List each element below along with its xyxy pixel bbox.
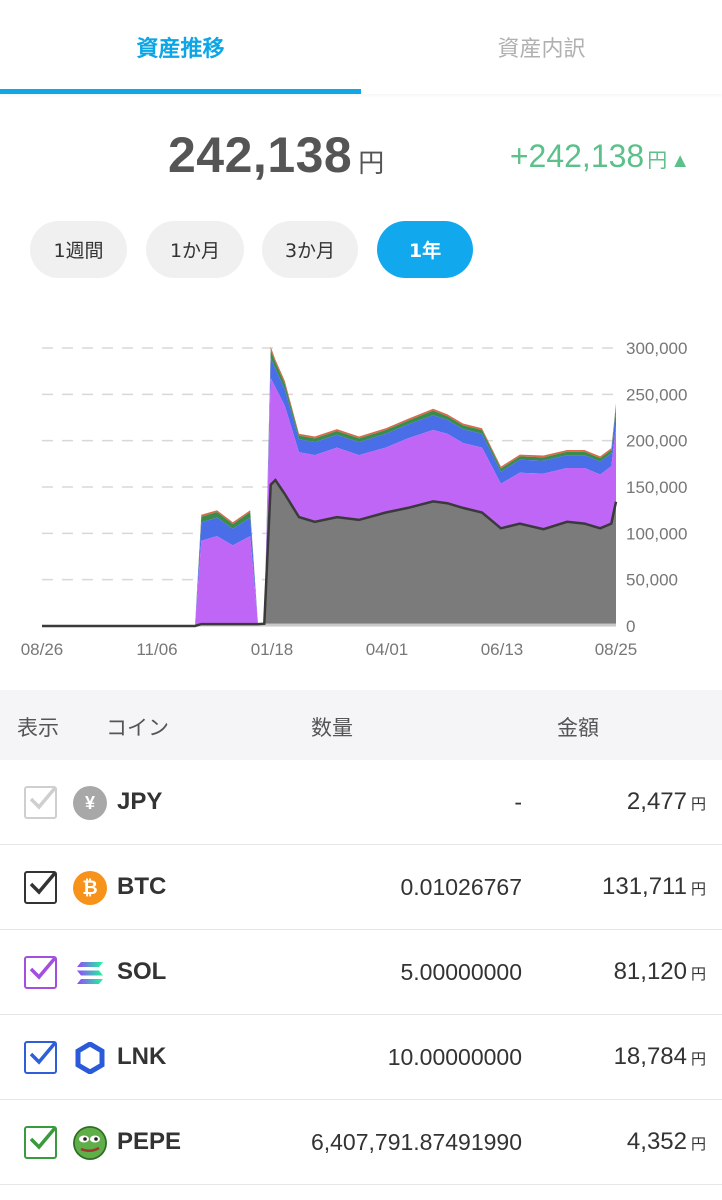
chainlink-logo xyxy=(75,1042,105,1074)
check-icon xyxy=(29,786,57,810)
coin-quantity: - xyxy=(514,789,522,815)
total-unit: 円 xyxy=(358,149,385,179)
coin-symbol: BTC xyxy=(117,873,167,900)
coin-quantity: 0.01026767 xyxy=(400,874,522,900)
amount-value: 18,784 xyxy=(613,1043,687,1070)
y-tick-label: 300,000 xyxy=(626,339,687,358)
coin-row-sol[interactable]: SOL 5.00000000 81,120 円 xyxy=(0,930,722,1015)
total-assets: 242,138 円 xyxy=(168,126,384,184)
period-3month-button[interactable]: 3か月 xyxy=(262,221,358,278)
coin-amount: 81,120 円 xyxy=(614,958,706,986)
x-tick-label: 08/26 xyxy=(21,640,64,659)
amount-unit: 円 xyxy=(690,965,706,983)
coin-quantity: 5.00000000 xyxy=(400,959,522,985)
period-1year-button[interactable]: 1年 xyxy=(377,221,473,278)
check-icon xyxy=(29,956,57,980)
coin-amount: 131,711 円 xyxy=(602,873,706,901)
period-1week-button[interactable]: 1週間 xyxy=(30,221,127,278)
x-tick-label: 06/13 xyxy=(481,640,524,659)
x-tick-label: 01/18 xyxy=(251,640,294,659)
pepe-face xyxy=(73,1126,107,1160)
x-tick-label: 04/01 xyxy=(366,640,409,659)
y-tick-label: 150,000 xyxy=(626,478,687,497)
solana-logo xyxy=(77,962,103,984)
change-unit: 円 xyxy=(647,148,668,172)
y-tick-label: 0 xyxy=(626,617,635,636)
show-checkbox-jpy[interactable] xyxy=(24,786,57,819)
header-coin: コイン xyxy=(106,716,169,740)
header-quantity: 数量 xyxy=(311,716,353,740)
amount-unit: 円 xyxy=(690,1050,706,1068)
bitcoin-glyph: ₿ xyxy=(82,876,98,899)
bitcoin-icon: ₿ xyxy=(73,871,107,905)
solana-icon xyxy=(73,956,107,990)
tab-asset-breakdown[interactable]: 資産内訳 xyxy=(361,0,722,94)
amount-unit: 円 xyxy=(690,1135,706,1153)
coin-table-header: 表示 コイン 数量 金額 xyxy=(0,690,722,760)
coin-amount: 4,352 円 xyxy=(627,1128,706,1156)
y-tick-label: 100,000 xyxy=(626,524,687,543)
pepe-icon xyxy=(73,1126,107,1160)
active-tab-indicator xyxy=(0,89,361,94)
check-icon xyxy=(29,1041,57,1065)
amount-value: 4,352 xyxy=(626,1128,687,1155)
coin-row-lnk[interactable]: LNK 10.00000000 18,784 円 xyxy=(0,1015,722,1100)
amount-unit: 円 xyxy=(690,795,706,813)
coin-symbol: LNK xyxy=(117,1043,167,1070)
coin-symbol: SOL xyxy=(117,958,167,985)
y-tick-label: 50,000 xyxy=(626,571,678,590)
coin-row-pepe[interactable]: PEPE 6,407,791.87491990 4,352 円 xyxy=(0,1100,722,1185)
tab-bar: 資産推移 資産内訳 xyxy=(0,0,722,94)
chainlink-icon xyxy=(73,1041,107,1075)
header-show: 表示 xyxy=(17,716,59,740)
yen-icon: ¥ xyxy=(73,786,107,820)
period-1month-button[interactable]: 1か月 xyxy=(146,221,244,278)
yen-glyph: ¥ xyxy=(84,792,95,813)
check-icon xyxy=(29,871,57,895)
total-amount: 242,138 xyxy=(168,127,353,183)
coin-amount: 2,477 円 xyxy=(627,788,706,816)
amount-value: 81,120 xyxy=(613,958,687,985)
asset-history-chart: 300,000 250,000 200,000 150,000 100,000 50,00… xyxy=(21,339,688,659)
tab-asset-history[interactable]: 資産推移 xyxy=(0,0,361,94)
change-amount: +242,138 xyxy=(509,138,645,174)
y-tick-label: 200,000 xyxy=(626,432,687,451)
coin-symbol: PEPE xyxy=(117,1128,182,1155)
amount-value: 131,711 xyxy=(602,873,687,900)
x-tick-label: 08/25 xyxy=(595,640,638,659)
coin-symbol: JPY xyxy=(117,788,163,815)
coin-amount: 18,784 円 xyxy=(614,1043,706,1071)
show-checkbox-pepe[interactable] xyxy=(24,1126,57,1159)
x-tick-label: 11/06 xyxy=(136,640,177,659)
amount-unit: 円 xyxy=(690,880,706,898)
show-checkbox-sol[interactable] xyxy=(24,956,57,989)
amount-value: 2,477 xyxy=(626,788,687,815)
show-checkbox-lnk[interactable] xyxy=(24,1041,57,1074)
coin-row-btc[interactable]: ₿ BTC 0.01026767 131,711 円 xyxy=(0,845,722,930)
coin-row-jpy[interactable]: ¥ JPY - 2,477 円 xyxy=(0,760,722,845)
coin-quantity: 10.00000000 xyxy=(387,1044,522,1070)
coin-quantity: 6,407,791.87491990 xyxy=(310,1129,522,1155)
change-summary: +242,138 円 ▲ xyxy=(510,138,690,175)
y-tick-label: 250,000 xyxy=(626,385,687,404)
header-amount: 金額 xyxy=(557,716,599,740)
show-checkbox-btc[interactable] xyxy=(24,871,57,904)
check-icon xyxy=(29,1126,57,1150)
up-arrow-icon: ▲ xyxy=(670,150,690,172)
